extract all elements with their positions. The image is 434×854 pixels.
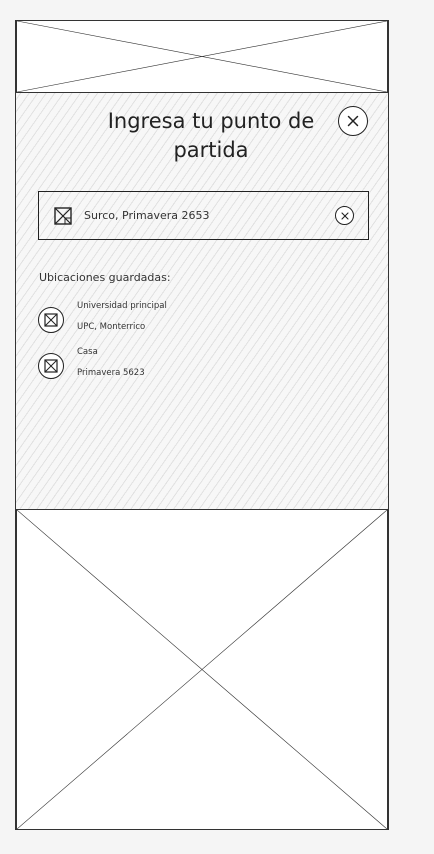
start-point-search-box[interactable] [38,191,369,240]
saved-location-item[interactable]: Universidad principal UPC, Monterrico [38,299,238,339]
saved-location-name: Casa [77,347,98,357]
image-placeholder-icon [44,313,58,327]
map-placeholder [16,509,388,830]
close-button[interactable] [338,106,368,136]
header-image-placeholder [16,20,388,93]
image-placeholder-icon [17,510,387,829]
close-icon [340,211,349,220]
close-icon [347,115,359,127]
saved-location-item[interactable]: Casa Primavera 5623 [38,345,238,385]
saved-location-address: UPC, Monterrico [77,322,146,332]
image-placeholder-icon [44,359,58,373]
image-placeholder-icon [54,206,72,225]
clear-search-button[interactable] [335,206,354,225]
page-title: Ingresa tu punto de partida [107,109,315,162]
saved-locations-label: Ubicaciones guardadas: [39,271,171,284]
location-image-icon [38,353,64,379]
phone-frame: Ingresa tu punto de partida Ub [15,20,389,830]
location-image-icon [38,307,64,333]
start-point-panel: Ingresa tu punto de partida Ub [16,93,388,509]
saved-location-name: Universidad principal [77,301,167,311]
image-placeholder-icon [17,21,387,92]
saved-location-address: Primavera 5623 [77,368,145,378]
start-point-input[interactable] [82,208,306,223]
